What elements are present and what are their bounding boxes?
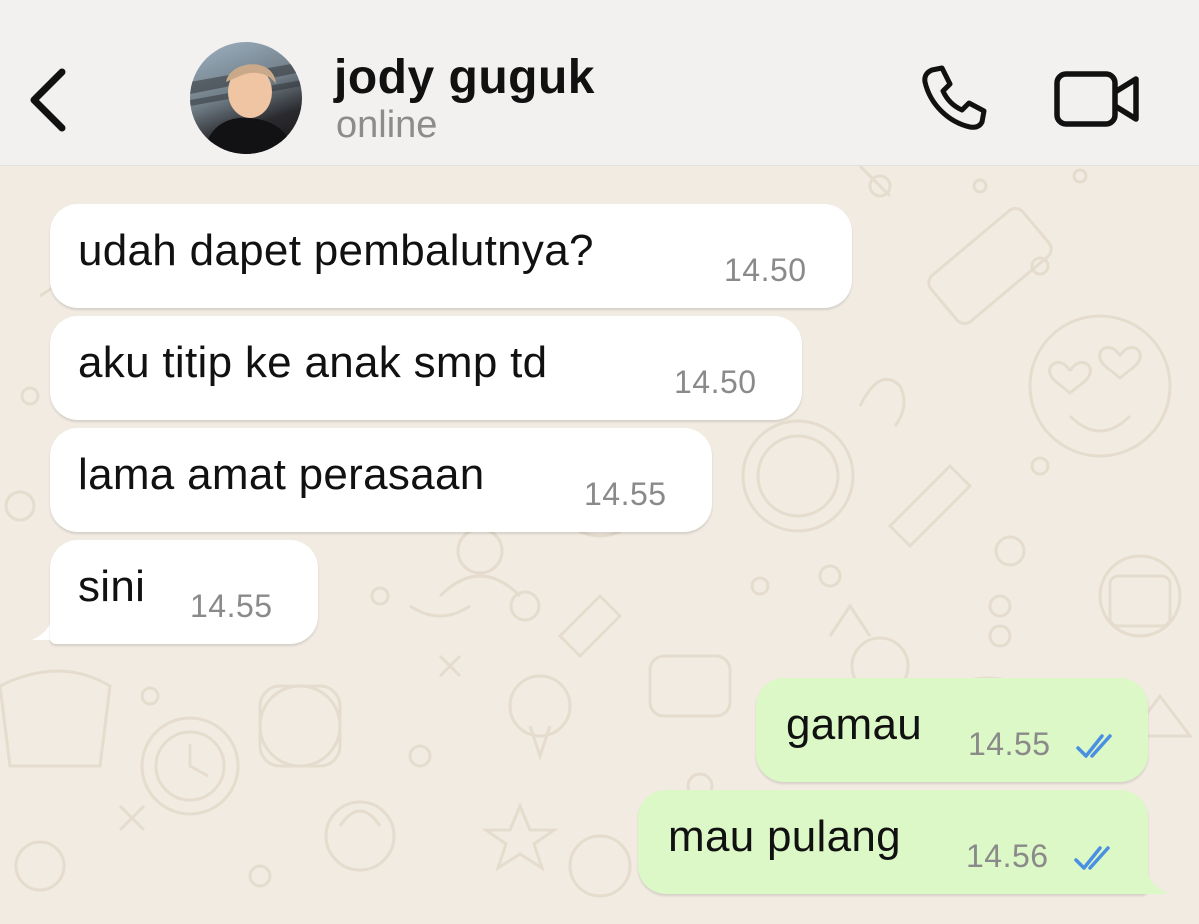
message-text: lama amat perasaan [78,450,485,499]
message-bubble-outgoing[interactable]: mau pulang 14.56 [638,790,1148,894]
message-time: 14.50 [674,364,757,400]
message-time: 14.55 [968,726,1051,762]
message-bubble-outgoing[interactable]: gamau 14.55 [756,678,1148,782]
message-text: gamau [786,700,923,749]
message-bubble-incoming[interactable]: sini 14.55 [50,540,318,644]
contact-status: online [336,104,438,146]
video-camera-icon [1054,71,1139,127]
contact-name[interactable]: jody guguk [334,50,595,105]
message-text: udah dapet pembalutnya? [78,226,594,275]
message-time: 14.50 [724,252,807,288]
message-time: 14.56 [966,838,1049,874]
bubble-tail [1132,856,1168,894]
phone-icon [922,65,987,130]
message-bubble-incoming[interactable]: udah dapet pembalutnya? 14.50 [50,204,852,308]
message-time: 14.55 [190,588,273,624]
avatar-image [190,62,302,154]
chat-header: jody guguk online [0,0,1199,166]
double-check-read-icon [1076,734,1112,758]
back-button[interactable] [22,62,78,134]
avatar[interactable] [190,42,302,154]
message-time: 14.55 [584,476,667,512]
chat-area[interactable]: udah dapet pembalutnya? 14.50 aku titip … [0,166,1199,924]
chevron-left-icon [30,68,66,132]
call-button[interactable] [918,62,990,134]
message-bubble-incoming[interactable]: aku titip ke anak smp td 14.50 [50,316,802,420]
message-bubble-incoming[interactable]: lama amat perasaan 14.55 [50,428,712,532]
message-text: mau pulang [668,812,901,861]
message-text: sini [78,562,146,611]
video-call-button[interactable] [1052,68,1142,130]
double-check-read-icon [1074,846,1110,870]
message-text: aku titip ke anak smp td [78,338,548,387]
